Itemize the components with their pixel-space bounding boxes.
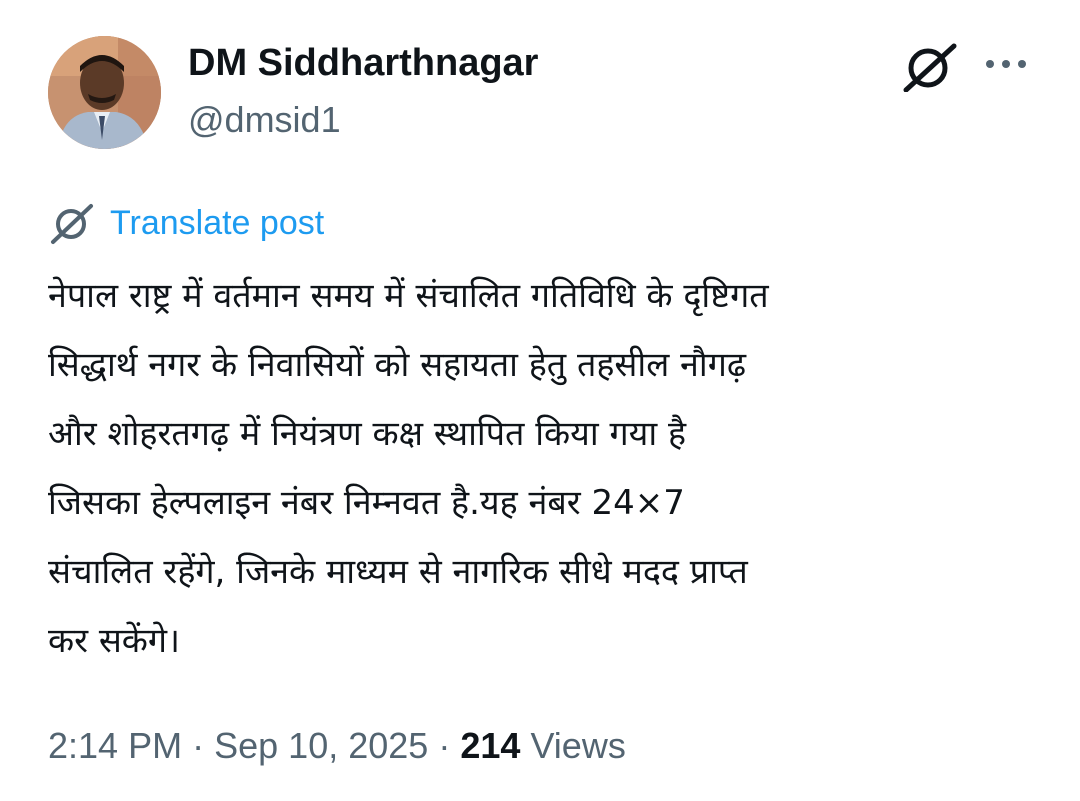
- translate-post-link[interactable]: Translate post: [110, 204, 324, 243]
- author-handle[interactable]: @dmsid1: [188, 98, 341, 142]
- tweet-meta: 2:14 PM · Sep 10, 2025 · 214 Views: [48, 722, 626, 770]
- tweet-text-line: कर सकेंगे।: [48, 621, 180, 661]
- tweet-text-line: संचालित रहेंगे, जिनके माध्यम से नागरिक स…: [48, 552, 748, 592]
- more-icon: [986, 60, 1026, 68]
- more-options-button[interactable]: [980, 44, 1032, 84]
- avatar-photo: [48, 36, 161, 149]
- grok-icon: [903, 43, 957, 93]
- tweet-text: नेपाल राष्ट्र में वर्तमान समय में संचालि…: [48, 262, 1038, 676]
- tweet-text-line: सिद्धार्थ नगर के निवासियों को सहायता हेत…: [48, 345, 747, 385]
- views-count[interactable]: 214: [460, 725, 520, 766]
- translate-row: Translate post: [48, 198, 324, 248]
- avatar[interactable]: [48, 36, 161, 149]
- tweet-text-line: नेपाल राष्ट्र में वर्तमान समय में संचालि…: [48, 276, 769, 316]
- meta-separator: ·: [192, 725, 205, 766]
- grok-icon: [51, 204, 93, 244]
- views-label[interactable]: Views: [530, 725, 625, 766]
- meta-separator: ·: [438, 725, 451, 766]
- tweet-date[interactable]: Sep 10, 2025: [214, 725, 428, 766]
- grok-button[interactable]: [900, 40, 960, 93]
- tweet-text-line: जिसका हेल्पलाइन नंबर निम्नवत है.यह नंबर …: [48, 483, 685, 523]
- tweet-text-line: और शोहरतगढ़ में नियंत्रण कक्ष स्थापित कि…: [48, 414, 687, 454]
- author-display-name[interactable]: DM Siddharthnagar: [188, 40, 538, 86]
- tweet-time[interactable]: 2:14 PM: [48, 725, 182, 766]
